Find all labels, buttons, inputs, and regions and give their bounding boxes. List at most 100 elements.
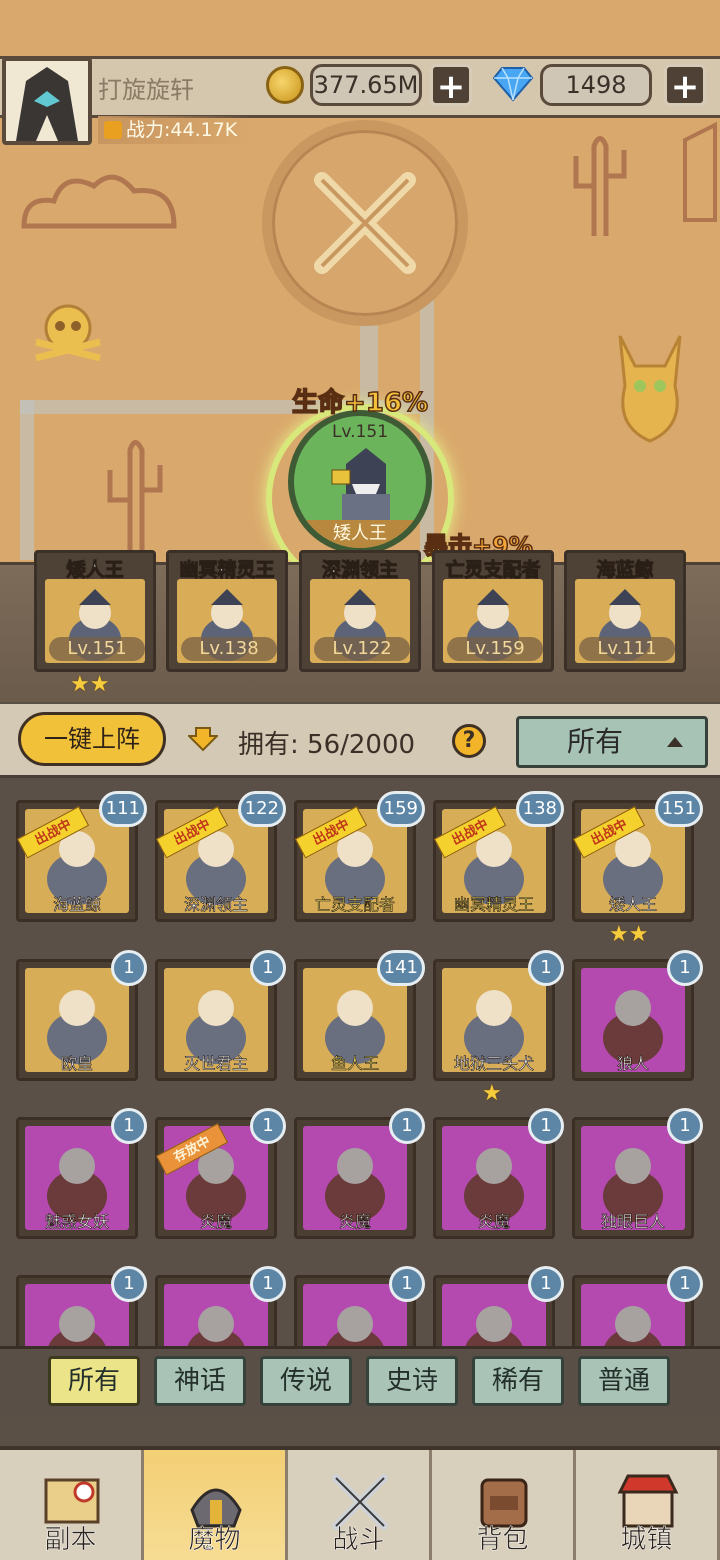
rarity-tab[interactable]: 神话 bbox=[154, 1356, 246, 1406]
filter-dropdown[interactable]: 所有 bbox=[516, 716, 708, 768]
lineup-slot[interactable]: 亡灵支配者 Lv.159 bbox=[432, 550, 554, 672]
crossed-swords-icon bbox=[314, 172, 416, 274]
monster-name: 炎魔 bbox=[199, 1212, 233, 1232]
monster-card[interactable]: 出战中 111 海蓝鲸 bbox=[16, 791, 147, 922]
quick-deploy-button[interactable]: 一键上阵 bbox=[18, 712, 166, 766]
nav-label: 背包 bbox=[476, 1525, 529, 1556]
add-gold-button[interactable]: + bbox=[430, 64, 472, 107]
lineup-hero-level: Lv.111 bbox=[579, 637, 675, 661]
lineup-hero-level: Lv.122 bbox=[314, 637, 410, 661]
monster-name: 深渊领主 bbox=[183, 895, 249, 915]
nav-label: 战斗 bbox=[332, 1525, 385, 1556]
count-badge: 1 bbox=[389, 1266, 425, 1302]
monster-name: 欧皇 bbox=[60, 1054, 94, 1074]
rarity-tab[interactable]: 普通 bbox=[578, 1356, 670, 1406]
selected-hero[interactable]: Lv.151 矮人王 bbox=[288, 410, 432, 554]
cactus-icon bbox=[107, 440, 163, 550]
monster-name: 幽冥精灵王 bbox=[453, 895, 535, 915]
monster-card[interactable]: 1 地狱三头犬 bbox=[433, 950, 564, 1081]
selected-hero-name: 矮人王 bbox=[294, 520, 426, 548]
count-badge: 111 bbox=[98, 791, 147, 827]
monster-name: 灭世君主 bbox=[183, 1054, 249, 1074]
count-badge: 122 bbox=[237, 791, 286, 827]
monster-card[interactable]: 出战中 138 幽冥精灵王 bbox=[433, 791, 564, 922]
cactus-icon bbox=[573, 136, 627, 236]
nav-label: 魔物 bbox=[188, 1525, 241, 1556]
battle-node[interactable] bbox=[262, 120, 468, 326]
lineup-hero-name: 幽冥精灵王 bbox=[179, 559, 275, 582]
count-badge: 1 bbox=[389, 1108, 425, 1144]
monster-name: 炎魔 bbox=[477, 1212, 511, 1232]
nav-item[interactable]: 背包 bbox=[432, 1450, 576, 1560]
lineup-hero-name: 亡灵支配者 bbox=[445, 559, 541, 582]
gold-amount: 377.65M bbox=[310, 64, 422, 106]
lineup-hero-name: 海蓝鲸 bbox=[596, 559, 654, 582]
rarity-tab[interactable]: 传说 bbox=[260, 1356, 352, 1406]
skull-icon bbox=[35, 304, 101, 362]
combat-power-value: 战力:44.17K bbox=[126, 119, 238, 141]
monster-card[interactable]: 1 狼人 bbox=[572, 950, 703, 1081]
help-button[interactable]: ? bbox=[452, 724, 486, 758]
rarity-tab[interactable]: 所有 bbox=[48, 1356, 140, 1406]
count-badge: 141 bbox=[376, 950, 425, 986]
lineup-hero-name: 深渊领主 bbox=[321, 559, 398, 582]
lineup-slot[interactable]: 深渊领主 Lv.122 bbox=[299, 550, 421, 672]
monster-card[interactable]: 出战中 122 深渊领主 bbox=[155, 791, 286, 922]
beast-statue-icon bbox=[618, 335, 682, 443]
lineup-slot[interactable]: 海蓝鲸 Lv.111 bbox=[564, 550, 686, 672]
monster-card[interactable]: 1 炎魔 bbox=[433, 1108, 564, 1239]
avatar-portrait-icon bbox=[16, 67, 78, 141]
lineup-slot[interactable]: 幽冥精灵王 Lv.138 bbox=[166, 550, 288, 672]
monster-name: 海蓝鲸 bbox=[52, 895, 102, 915]
gold-coin-icon bbox=[266, 66, 304, 104]
caret-up-icon bbox=[667, 737, 683, 747]
lineup-slot[interactable]: 矮人王 Lv.151 bbox=[34, 550, 156, 672]
count-badge: 1 bbox=[111, 950, 147, 986]
lineup-hero-level: Lv.159 bbox=[447, 637, 543, 661]
nav-item[interactable]: 魔物 bbox=[144, 1450, 288, 1560]
monster-card[interactable]: 存放中 1 炎魔 bbox=[155, 1108, 286, 1239]
lineup-hero-name: 矮人王 bbox=[66, 559, 124, 582]
monster-card[interactable]: 出战中 151 矮人王 bbox=[572, 791, 703, 922]
rarity-tab[interactable]: 史诗 bbox=[366, 1356, 458, 1406]
count-badge: 1 bbox=[250, 1108, 286, 1144]
count-badge: 1 bbox=[667, 950, 703, 986]
monster-card[interactable]: 1 炎魔 bbox=[294, 1108, 425, 1239]
filter-selected-value: 所有 bbox=[567, 725, 624, 758]
nav-item[interactable]: 城镇 bbox=[576, 1450, 720, 1560]
hp-buff-label: 生命+16% bbox=[291, 387, 429, 419]
count-badge: 1 bbox=[528, 1108, 564, 1144]
nav-item[interactable]: 副本 bbox=[0, 1450, 144, 1560]
count-badge: 1 bbox=[528, 1266, 564, 1302]
count-badge: 1 bbox=[111, 1108, 147, 1144]
count-badge: 1 bbox=[528, 950, 564, 986]
add-gem-button[interactable]: + bbox=[664, 64, 706, 107]
monster-card[interactable]: 1 灭世君主 bbox=[155, 950, 286, 1081]
cloud-icon bbox=[21, 174, 177, 229]
rarity-tab[interactable]: 稀有 bbox=[472, 1356, 564, 1406]
monster-card[interactable]: 141 鱼人王 bbox=[294, 950, 425, 1081]
count-badge: 1 bbox=[250, 950, 286, 986]
count-badge: 138 bbox=[515, 791, 564, 827]
monster-name: 矮人王 bbox=[608, 895, 658, 915]
count-badge: 159 bbox=[376, 791, 425, 827]
monster-card[interactable]: 出战中 159 亡灵支配者 bbox=[294, 791, 425, 922]
monster-card[interactable]: 1 欧皇 bbox=[16, 950, 147, 1081]
monster-card[interactable]: 1 魅惑女妖 bbox=[16, 1108, 147, 1239]
nav-label: 城镇 bbox=[620, 1525, 673, 1556]
gem-amount: 1498 bbox=[540, 64, 652, 106]
monster-name: 魅惑女妖 bbox=[44, 1212, 110, 1232]
power-icon bbox=[104, 121, 122, 139]
owned-value: 56/2000 bbox=[307, 730, 416, 760]
diamond-icon bbox=[492, 67, 534, 102]
nav-label: 副本 bbox=[44, 1525, 97, 1556]
count-badge: 1 bbox=[667, 1266, 703, 1302]
monster-name: 亡灵支配者 bbox=[314, 895, 396, 915]
monster-name: 炎魔 bbox=[338, 1212, 372, 1232]
player-avatar[interactable] bbox=[2, 57, 92, 145]
building-icon bbox=[683, 121, 717, 222]
nav-item[interactable]: 战斗 bbox=[288, 1450, 432, 1560]
count-badge: 1 bbox=[250, 1266, 286, 1302]
monster-card[interactable]: 1 独眼巨人 bbox=[572, 1108, 703, 1239]
monster-name: 狼人 bbox=[616, 1054, 650, 1074]
